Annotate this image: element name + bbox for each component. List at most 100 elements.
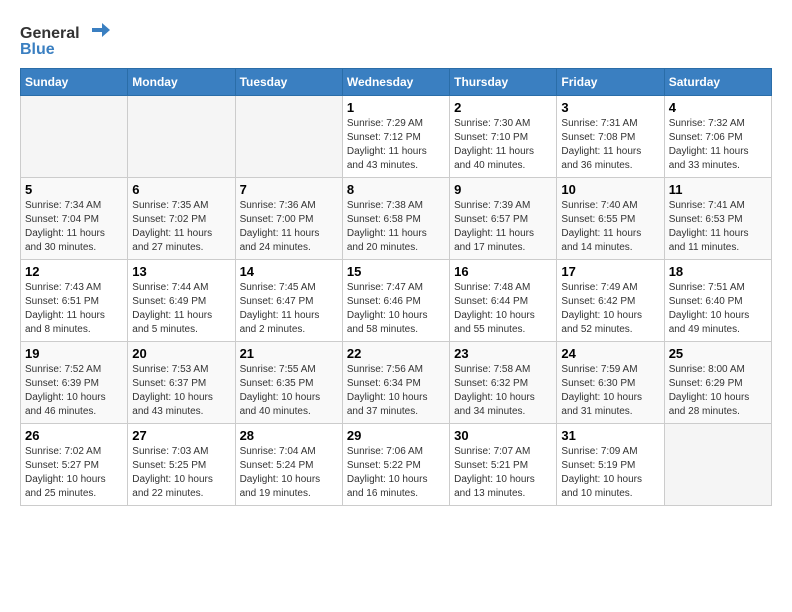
day-number: 29 — [347, 428, 445, 443]
day-info: Sunrise: 7:48 AMSunset: 6:44 PMDaylight:… — [454, 281, 552, 337]
day-info: Sunrise: 7:29 AMSunset: 7:12 PMDaylight:… — [347, 117, 445, 173]
day-number: 8 — [347, 182, 445, 197]
calendar-cell — [235, 96, 342, 178]
day-number: 15 — [347, 264, 445, 279]
calendar-header-saturday: Saturday — [664, 69, 771, 96]
calendar-cell: 29 Sunrise: 7:06 AMSunset: 5:22 PMDayligh… — [342, 424, 449, 506]
svg-text:Blue: Blue — [20, 41, 55, 58]
calendar-cell: 7 Sunrise: 7:36 AMSunset: 7:00 PMDaylight… — [235, 178, 342, 260]
day-info: Sunrise: 7:47 AMSunset: 6:46 PMDaylight:… — [347, 281, 445, 337]
day-info: Sunrise: 7:02 AMSunset: 5:27 PMDaylight:… — [25, 445, 123, 501]
day-number: 16 — [454, 264, 552, 279]
svg-text:General: General — [20, 25, 80, 42]
calendar-cell: 30 Sunrise: 7:07 AMSunset: 5:21 PMDayligh… — [450, 424, 557, 506]
calendar-cell: 1 Sunrise: 7:29 AMSunset: 7:12 PMDaylight… — [342, 96, 449, 178]
day-info: Sunrise: 7:56 AMSunset: 6:34 PMDaylight:… — [347, 363, 445, 419]
calendar-cell: 19 Sunrise: 7:52 AMSunset: 6:39 PMDayligh… — [21, 342, 128, 424]
day-number: 3 — [561, 100, 659, 115]
calendar-cell: 22 Sunrise: 7:56 AMSunset: 6:34 PMDayligh… — [342, 342, 449, 424]
day-number: 10 — [561, 182, 659, 197]
day-info: Sunrise: 7:44 AMSunset: 6:49 PMDaylight:… — [132, 281, 230, 337]
calendar-cell: 6 Sunrise: 7:35 AMSunset: 7:02 PMDaylight… — [128, 178, 235, 260]
calendar-cell — [128, 96, 235, 178]
calendar-week-row: 1 Sunrise: 7:29 AMSunset: 7:12 PMDaylight… — [21, 96, 772, 178]
day-info: Sunrise: 7:09 AMSunset: 5:19 PMDaylight:… — [561, 445, 659, 501]
day-info: Sunrise: 7:49 AMSunset: 6:42 PMDaylight:… — [561, 281, 659, 337]
day-info: Sunrise: 7:03 AMSunset: 5:25 PMDaylight:… — [132, 445, 230, 501]
day-number: 26 — [25, 428, 123, 443]
day-info: Sunrise: 7:43 AMSunset: 6:51 PMDaylight:… — [25, 281, 123, 337]
day-info: Sunrise: 7:41 AMSunset: 6:53 PMDaylight:… — [669, 199, 767, 255]
day-number: 17 — [561, 264, 659, 279]
calendar-cell: 16 Sunrise: 7:48 AMSunset: 6:44 PMDayligh… — [450, 260, 557, 342]
day-number: 7 — [240, 182, 338, 197]
day-number: 28 — [240, 428, 338, 443]
day-info: Sunrise: 7:06 AMSunset: 5:22 PMDaylight:… — [347, 445, 445, 501]
day-info: Sunrise: 7:30 AMSunset: 7:10 PMDaylight:… — [454, 117, 552, 173]
calendar-cell: 20 Sunrise: 7:53 AMSunset: 6:37 PMDayligh… — [128, 342, 235, 424]
calendar-cell — [664, 424, 771, 506]
calendar-week-row: 19 Sunrise: 7:52 AMSunset: 6:39 PMDayligh… — [21, 342, 772, 424]
day-number: 13 — [132, 264, 230, 279]
day-info: Sunrise: 7:55 AMSunset: 6:35 PMDaylight:… — [240, 363, 338, 419]
calendar-cell: 27 Sunrise: 7:03 AMSunset: 5:25 PMDayligh… — [128, 424, 235, 506]
logo: General Blue — [20, 20, 110, 58]
calendar-cell: 4 Sunrise: 7:32 AMSunset: 7:06 PMDaylight… — [664, 96, 771, 178]
day-info: Sunrise: 7:59 AMSunset: 6:30 PMDaylight:… — [561, 363, 659, 419]
day-info: Sunrise: 7:52 AMSunset: 6:39 PMDaylight:… — [25, 363, 123, 419]
day-info: Sunrise: 7:35 AMSunset: 7:02 PMDaylight:… — [132, 199, 230, 255]
day-number: 30 — [454, 428, 552, 443]
day-info: Sunrise: 7:32 AMSunset: 7:06 PMDaylight:… — [669, 117, 767, 173]
day-number: 24 — [561, 346, 659, 361]
day-info: Sunrise: 7:51 AMSunset: 6:40 PMDaylight:… — [669, 281, 767, 337]
day-info: Sunrise: 7:58 AMSunset: 6:32 PMDaylight:… — [454, 363, 552, 419]
calendar-week-row: 12Sunrise: 7:43 AMSunset: 6:51 PMDayligh… — [21, 260, 772, 342]
calendar-cell: 3 Sunrise: 7:31 AMSunset: 7:08 PMDaylight… — [557, 96, 664, 178]
day-info: Sunrise: 8:00 AMSunset: 6:29 PMDaylight:… — [669, 363, 767, 419]
day-number: 27 — [132, 428, 230, 443]
day-info: Sunrise: 7:31 AMSunset: 7:08 PMDaylight:… — [561, 117, 659, 173]
calendar-cell: 23Sunrise: 7:58 AMSunset: 6:32 PMDayligh… — [450, 342, 557, 424]
calendar-cell: 17 Sunrise: 7:49 AMSunset: 6:42 PMDayligh… — [557, 260, 664, 342]
day-info: Sunrise: 7:45 AMSunset: 6:47 PMDaylight:… — [240, 281, 338, 337]
day-info: Sunrise: 7:04 AMSunset: 5:24 PMDaylight:… — [240, 445, 338, 501]
day-number: 25 — [669, 346, 767, 361]
calendar-cell: 31 Sunrise: 7:09 AMSunset: 5:19 PMDayligh… — [557, 424, 664, 506]
calendar-cell: 18 Sunrise: 7:51 AMSunset: 6:40 PMDayligh… — [664, 260, 771, 342]
day-info: Sunrise: 7:07 AMSunset: 5:21 PMDaylight:… — [454, 445, 552, 501]
calendar-cell: 11 Sunrise: 7:41 AMSunset: 6:53 PMDayligh… — [664, 178, 771, 260]
day-info: Sunrise: 7:53 AMSunset: 6:37 PMDaylight:… — [132, 363, 230, 419]
calendar-header-thursday: Thursday — [450, 69, 557, 96]
logo-icon: General Blue — [20, 20, 110, 58]
calendar-cell: 5Sunrise: 7:34 AMSunset: 7:04 PMDaylight… — [21, 178, 128, 260]
calendar-cell: 8 Sunrise: 7:38 AMSunset: 6:58 PMDaylight… — [342, 178, 449, 260]
day-number: 5 — [25, 182, 123, 197]
day-number: 31 — [561, 428, 659, 443]
day-number: 22 — [347, 346, 445, 361]
calendar-cell: 25 Sunrise: 8:00 AMSunset: 6:29 PMDayligh… — [664, 342, 771, 424]
day-number: 9 — [454, 182, 552, 197]
calendar-week-row: 5Sunrise: 7:34 AMSunset: 7:04 PMDaylight… — [21, 178, 772, 260]
day-number: 1 — [347, 100, 445, 115]
calendar-header-monday: Monday — [128, 69, 235, 96]
calendar-cell: 24 Sunrise: 7:59 AMSunset: 6:30 PMDayligh… — [557, 342, 664, 424]
calendar-cell: 15 Sunrise: 7:47 AMSunset: 6:46 PMDayligh… — [342, 260, 449, 342]
calendar-header-row: SundayMondayTuesdayWednesdayThursdayFrid… — [21, 69, 772, 96]
day-number: 4 — [669, 100, 767, 115]
calendar-week-row: 26 Sunrise: 7:02 AMSunset: 5:27 PMDayligh… — [21, 424, 772, 506]
day-info: Sunrise: 7:36 AMSunset: 7:00 PMDaylight:… — [240, 199, 338, 255]
day-info: Sunrise: 7:38 AMSunset: 6:58 PMDaylight:… — [347, 199, 445, 255]
calendar-cell: 10 Sunrise: 7:40 AMSunset: 6:55 PMDayligh… — [557, 178, 664, 260]
calendar-header-sunday: Sunday — [21, 69, 128, 96]
calendar-cell: 12Sunrise: 7:43 AMSunset: 6:51 PMDayligh… — [21, 260, 128, 342]
calendar-cell: 14 Sunrise: 7:45 AMSunset: 6:47 PMDayligh… — [235, 260, 342, 342]
day-number: 11 — [669, 182, 767, 197]
day-number: 20 — [132, 346, 230, 361]
day-number: 18 — [669, 264, 767, 279]
day-number: 14 — [240, 264, 338, 279]
day-number: 2 — [454, 100, 552, 115]
day-number: 19 — [25, 346, 123, 361]
day-info: Sunrise: 7:40 AMSunset: 6:55 PMDaylight:… — [561, 199, 659, 255]
day-number: 6 — [132, 182, 230, 197]
calendar-header-wednesday: Wednesday — [342, 69, 449, 96]
